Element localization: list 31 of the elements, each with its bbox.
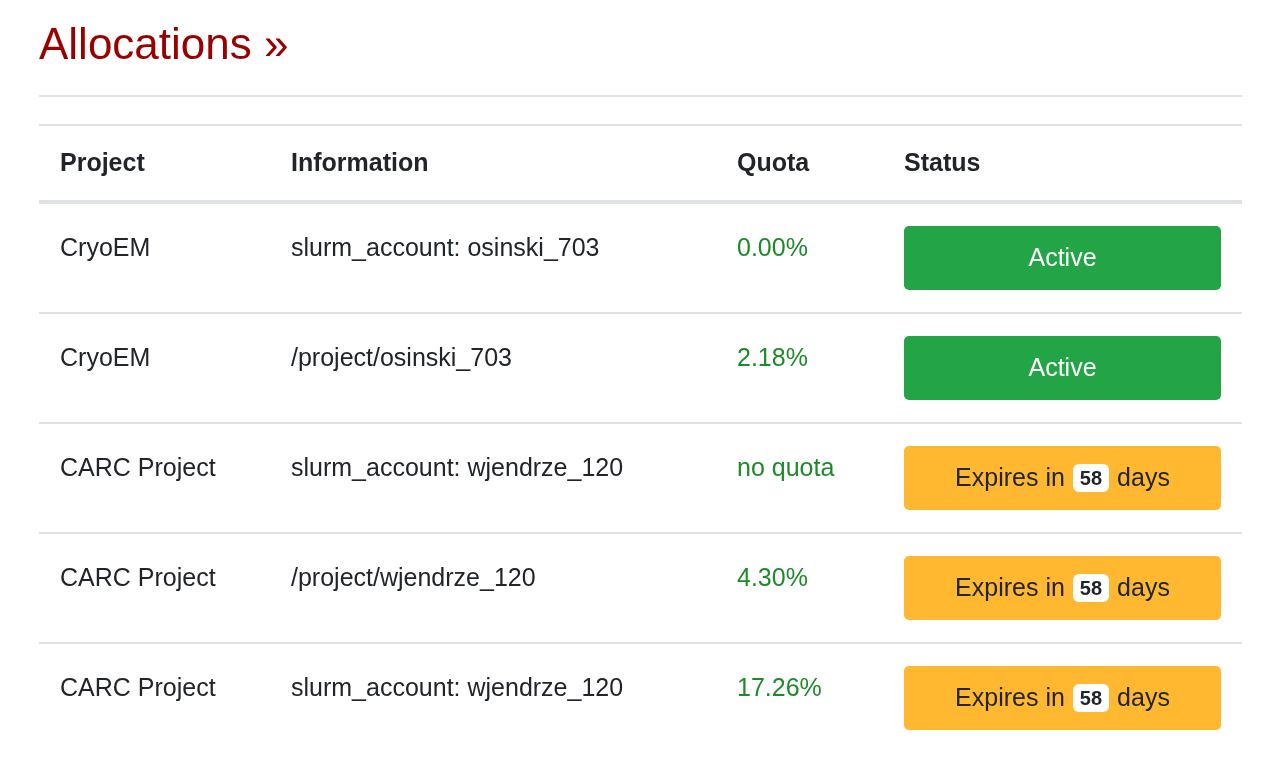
table-cell: CryoEM [39,312,270,423]
column-header: Status [883,124,1242,202]
page-heading-link[interactable]: Allocations » [39,18,289,71]
days-count: 58 [1072,573,1110,602]
quota-value: 0.00% [737,232,808,261]
table-cell: slurm_account: wjendrze_120 [270,642,716,752]
table-cell: slurm_account: osinski_703 [270,201,716,313]
table-cell: CryoEM [39,201,270,313]
column-header: Project [39,124,270,202]
days-count: 58 [1072,463,1110,492]
status-text: days [1117,462,1170,494]
table-cell: CARC Project [39,532,270,643]
status-badge: Active [904,335,1221,400]
table-cell: CARC Project [39,422,270,533]
quota-value: 17.26% [737,672,822,701]
status-text: days [1117,682,1170,714]
table-cell: /project/wjendrze_120 [270,532,716,643]
table-cell: /project/osinski_703 [270,312,716,423]
status-text: Expires in [955,682,1065,714]
quota-value: 4.30% [737,562,808,591]
quota-value: 2.18% [737,342,808,371]
column-header: Quota [716,124,883,202]
table-cell: slurm_account: wjendrze_120 [270,422,716,533]
status-text: Expires in [955,572,1065,604]
status-text: Expires in [955,462,1065,494]
column-header: Information [270,124,716,202]
quota-value: no quota [737,452,835,481]
table-cell: CARC Project [39,642,270,752]
days-count: 58 [1072,683,1110,712]
status-badge: Active [904,225,1221,290]
status-text: days [1117,572,1170,604]
